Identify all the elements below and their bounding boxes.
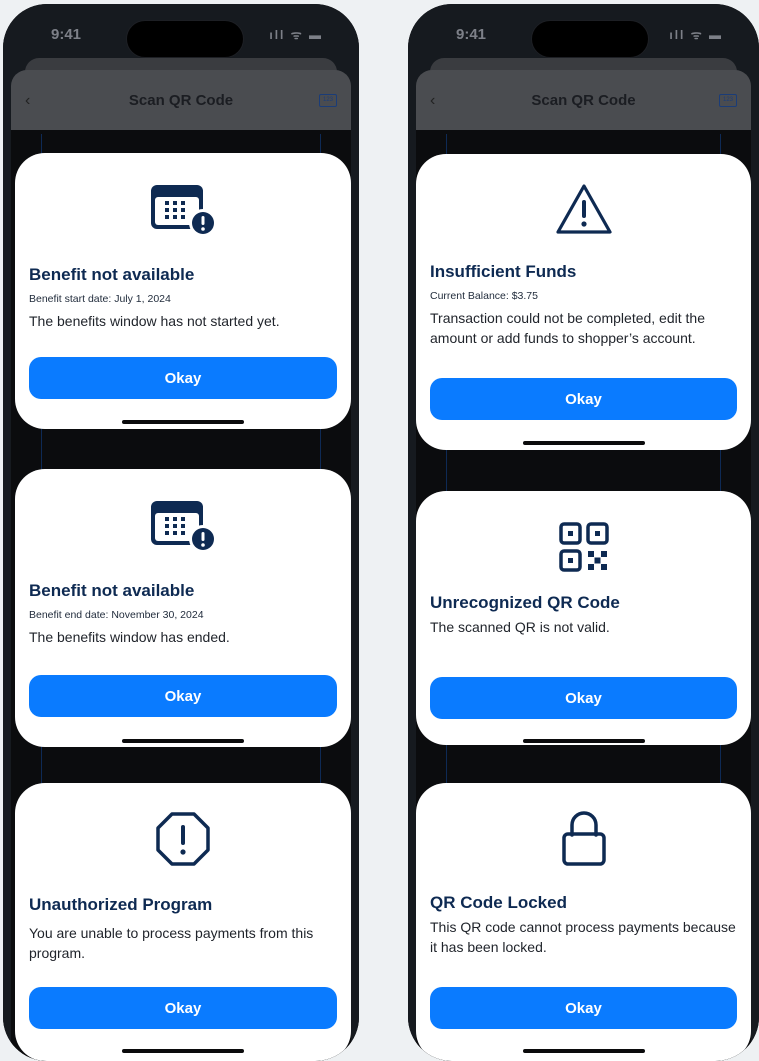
warning-triangle-icon <box>430 154 737 246</box>
alert-subtext: Benefit start date: July 1, 2024 <box>29 293 171 305</box>
alert-card-unauthorized-program: Unauthorized Program You are unable to p… <box>15 783 351 1061</box>
status-bar: 9:41 ıll ᯤ ▬ <box>408 20 759 58</box>
octagon-alert-icon <box>29 783 337 875</box>
calendar-alert-icon <box>29 153 337 243</box>
okay-button[interactable]: Okay <box>29 675 337 717</box>
alert-message: You are unable to process payments from … <box>29 925 314 961</box>
status-icons: ıll ᯤ ▬ <box>269 28 323 42</box>
home-indicator <box>122 1049 244 1053</box>
alert-title: Unauthorized Program <box>29 895 213 914</box>
status-icons: ıll ᯤ ▬ <box>669 28 723 42</box>
phone-right: 9:41 ıll ᯤ ▬ ‹ Scan QR Code 123 Insuffic… <box>408 4 759 1061</box>
page-title: Scan QR Code <box>531 92 636 109</box>
okay-button[interactable]: Okay <box>430 987 737 1029</box>
dynamic-island <box>531 20 649 58</box>
status-time: 9:41 <box>456 26 487 43</box>
alert-message: This QR code cannot process payments bec… <box>430 919 736 955</box>
keyboard-entry-icon[interactable]: 123 <box>319 94 337 107</box>
alert-title: Unrecognized QR Code <box>430 593 620 612</box>
alert-title: QR Code Locked <box>430 893 567 912</box>
alert-message: The scanned QR is not valid. <box>430 619 610 635</box>
page-title: Scan QR Code <box>128 92 234 109</box>
alert-card-benefit-not-started: Benefit not available Benefit start date… <box>15 153 351 429</box>
alert-card-insufficient-funds: Insufficient Funds Current Balance: $3.7… <box>416 154 751 450</box>
home-indicator <box>522 739 645 743</box>
status-bar: 9:41 ıll ᯤ ▬ <box>3 20 359 58</box>
okay-button[interactable]: Okay <box>29 357 337 399</box>
alert-message: Transaction could not be completed, edit… <box>430 310 705 346</box>
alert-subtext: Current Balance: $3.75 <box>430 290 538 302</box>
navigation-bar: ‹ Scan QR Code 123 <box>11 70 351 130</box>
home-indicator <box>122 739 244 743</box>
qr-code-icon <box>430 491 737 573</box>
lock-icon <box>430 783 737 875</box>
calendar-alert-icon <box>29 469 337 559</box>
okay-button[interactable]: Okay <box>430 677 737 719</box>
dynamic-island <box>126 20 244 58</box>
home-indicator <box>522 441 645 445</box>
alert-title: Benefit not available <box>29 581 195 600</box>
okay-button[interactable]: Okay <box>430 378 737 420</box>
okay-button[interactable]: Okay <box>29 987 337 1029</box>
alert-title: Insufficient Funds <box>430 262 577 281</box>
alert-card-unrecognized-qr: Unrecognized QR Code The scanned QR is n… <box>416 491 751 745</box>
alert-title: Benefit not available <box>29 265 195 284</box>
home-indicator <box>122 420 244 424</box>
status-time: 9:41 <box>51 26 82 43</box>
home-indicator <box>522 1049 645 1053</box>
alert-subtext: Benefit end date: November 30, 2024 <box>29 609 204 621</box>
alert-message: The benefits window has not started yet. <box>29 313 280 329</box>
alert-card-qr-locked: QR Code Locked This QR code cannot proce… <box>416 783 751 1061</box>
alert-message: The benefits window has ended. <box>29 629 230 645</box>
alert-card-benefit-ended: Benefit not available Benefit end date: … <box>15 469 351 747</box>
keyboard-entry-icon[interactable]: 123 <box>719 94 737 107</box>
phone-left: 9:41 ıll ᯤ ▬ ‹ Scan QR Code 123 Benefit … <box>3 4 359 1061</box>
navigation-bar: ‹ Scan QR Code 123 <box>416 70 751 130</box>
